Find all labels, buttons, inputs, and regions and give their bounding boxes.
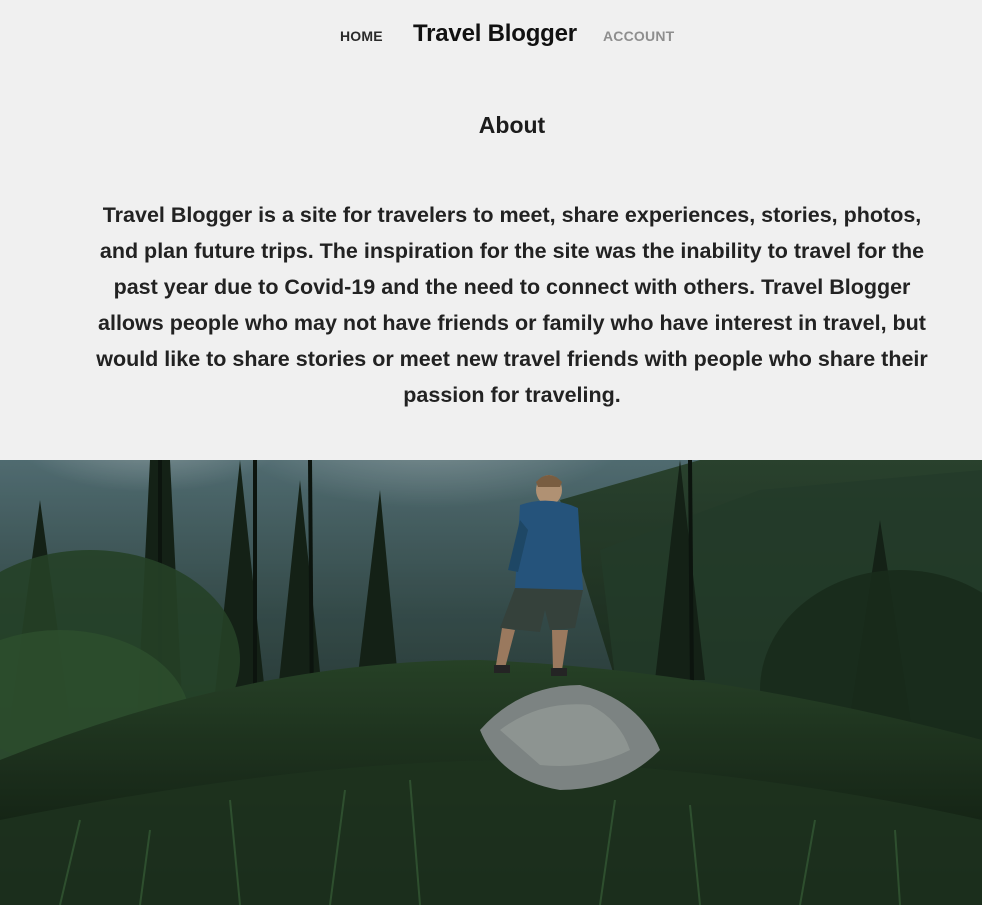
nav-home-link[interactable]: HOME (340, 28, 383, 44)
hero-image (0, 460, 982, 905)
about-description: Travel Blogger is a site for travelers t… (96, 203, 928, 407)
site-brand[interactable]: Travel Blogger (413, 20, 577, 48)
top-navigation: HOME Travel Blogger ACCOUNT (0, 0, 982, 72)
nav-account-link[interactable]: ACCOUNT (603, 28, 674, 44)
hiker-forest-illustration (0, 460, 982, 905)
about-heading: About (478, 112, 546, 139)
